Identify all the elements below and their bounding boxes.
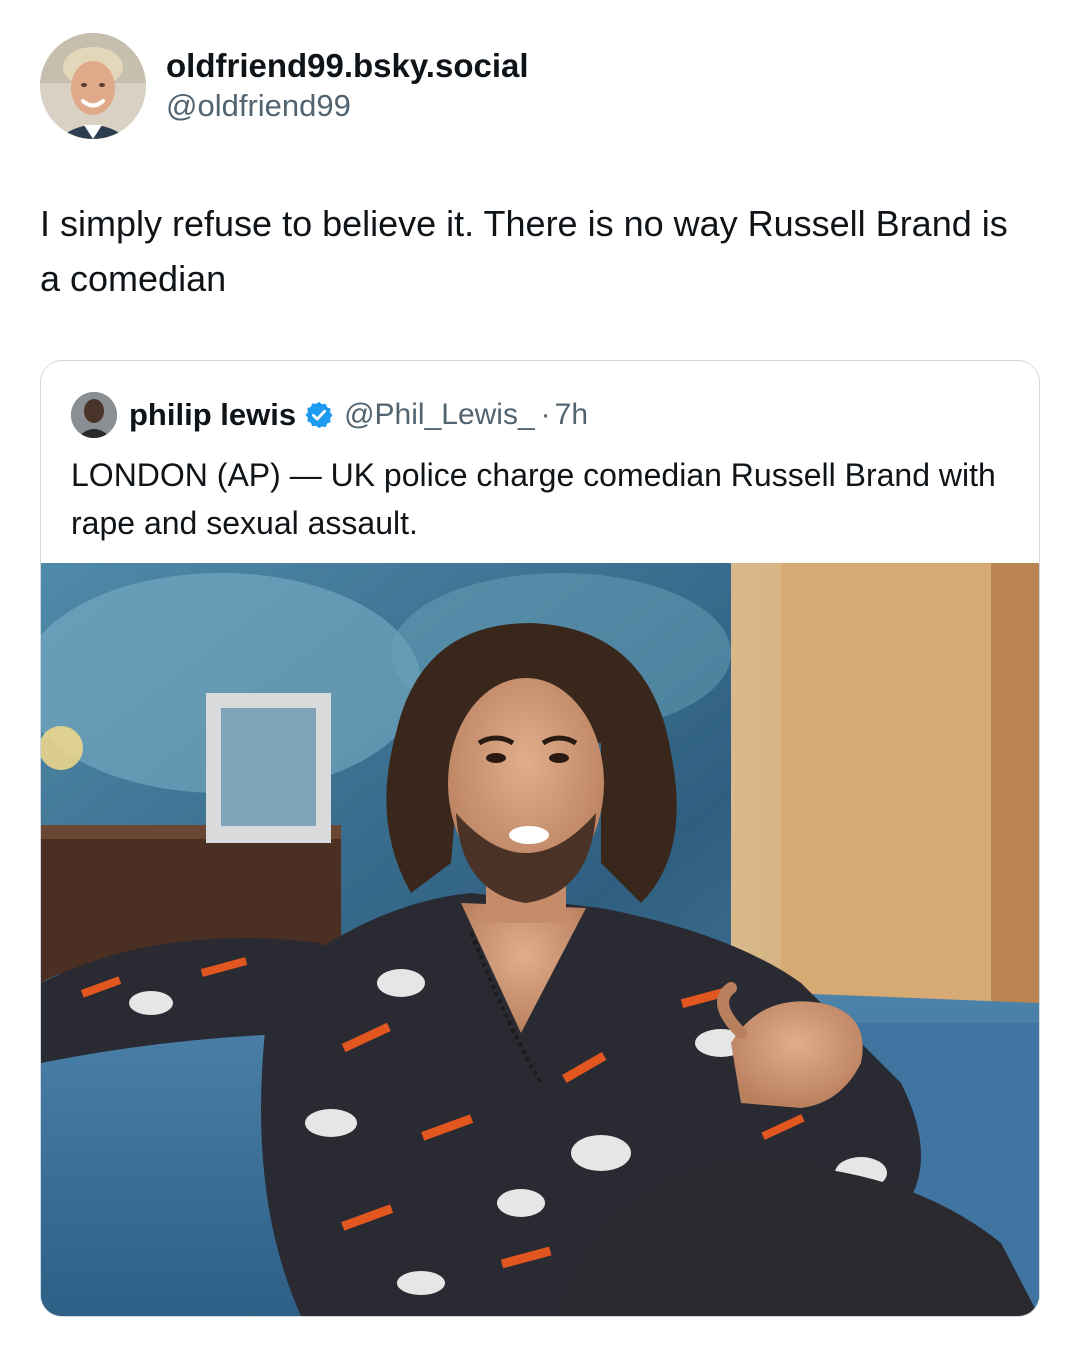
quoted-post-photo[interactable] — [41, 563, 1039, 1316]
quoted-author-avatar[interactable] — [71, 392, 117, 438]
quoted-separator: · — [540, 398, 551, 431]
author-avatar-image — [40, 33, 146, 139]
quoted-timestamp[interactable]: 7h — [555, 398, 588, 432]
author-display-name[interactable]: oldfriend99.bsky.social — [166, 46, 529, 86]
post-text: I simply refuse to believe it. There is … — [40, 203, 1008, 299]
quoted-post-header: philip lewis @Phil_Lewis_ · 7h — [71, 392, 588, 438]
author-names: oldfriend99.bsky.social @oldfriend99 — [166, 46, 529, 126]
quoted-author-handle[interactable]: @Phil_Lewis_ — [344, 398, 535, 432]
author-avatar[interactable] — [40, 33, 146, 139]
quoted-post-card[interactable]: philip lewis @Phil_Lewis_ · 7h LONDON (A… — [40, 360, 1040, 1317]
verified-badge-icon — [304, 400, 334, 430]
post-header: oldfriend99.bsky.social @oldfriend99 — [40, 32, 529, 140]
quoted-post-text: LONDON (AP) — UK police charge comedian … — [71, 457, 996, 541]
quoted-author-avatar-image — [71, 392, 117, 438]
quoted-author-name[interactable]: philip lewis — [129, 397, 296, 433]
author-handle[interactable]: @oldfriend99 — [166, 86, 529, 126]
photo-icon — [41, 563, 1039, 1316]
